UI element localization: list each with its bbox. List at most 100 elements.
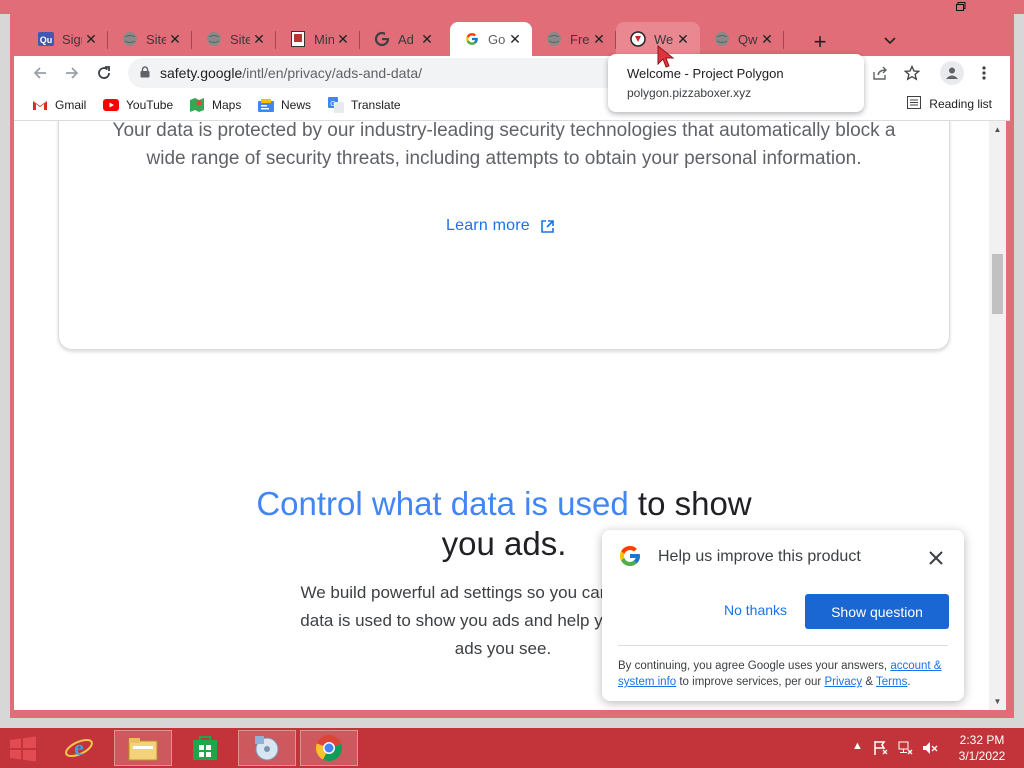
close-tab-icon[interactable]: ✕ — [334, 30, 352, 48]
start-button[interactable] — [8, 736, 38, 762]
scroll-up-arrow[interactable]: ▲ — [992, 124, 1003, 134]
show-question-button[interactable]: Show question — [805, 594, 949, 629]
tab-search-button[interactable] — [878, 29, 902, 53]
bookmark-news[interactable]: News — [258, 96, 311, 114]
reading-list-button[interactable]: Reading list — [907, 96, 992, 112]
quizlet-favicon: Qu — [38, 31, 54, 47]
security-card-text: Your data is protected by our industry-l… — [112, 121, 896, 169]
taskbar-clock[interactable]: 2:32 PM 3/1/2022 — [952, 732, 1012, 764]
share-button[interactable] — [868, 61, 892, 85]
taskbar-chrome[interactable] — [300, 730, 358, 766]
volume-muted-icon[interactable] — [922, 740, 938, 759]
chevron-down-icon — [884, 37, 896, 45]
survey-close-button[interactable] — [924, 546, 948, 570]
url-host: safety.google — [160, 65, 243, 81]
clock-time: 2:32 PM — [959, 733, 1005, 747]
learn-more-link[interactable]: Learn more — [446, 217, 555, 235]
bookmark-translate[interactable]: G Translate — [328, 96, 401, 114]
terms-link[interactable]: Terms — [876, 676, 907, 688]
plus-icon: + — [813, 29, 827, 54]
close-tab-icon[interactable]: ✕ — [166, 30, 184, 48]
bookmark-label: News — [281, 98, 312, 112]
tab-hover-card: Welcome - Project Polygon polygon.pizzab… — [608, 54, 864, 112]
tab-min[interactable]: Min ✕ — [276, 22, 360, 56]
tab-title: Min — [314, 31, 334, 47]
tab-title: Site — [146, 31, 166, 47]
survey-divider — [618, 645, 948, 646]
restore-small-button[interactable] — [950, 0, 972, 12]
profile-avatar-button[interactable] — [940, 61, 964, 85]
store-icon — [193, 736, 217, 760]
headline-highlight: Control what data is used — [256, 485, 629, 522]
globe-favicon — [206, 31, 222, 47]
hover-card-title: Welcome - Project Polygon — [627, 66, 784, 81]
close-tab-icon[interactable]: ✕ — [82, 30, 100, 48]
tab-site[interactable]: Site ✕ — [108, 22, 192, 56]
news-icon — [258, 98, 274, 112]
taskbar-store[interactable] — [176, 730, 234, 766]
address-bar[interactable]: safety.google/intl/en/privacy/ads-and-da… — [128, 58, 648, 88]
action-center-flag-icon[interactable] — [874, 740, 888, 759]
page-scrollbar[interactable] — [989, 121, 1006, 710]
close-tab-icon[interactable]: ✕ — [250, 30, 268, 48]
svg-text:Qu: Qu — [40, 35, 53, 45]
reload-button[interactable] — [92, 61, 116, 85]
taskbar-internet-explorer[interactable]: e — [50, 730, 108, 766]
url-path: /intl/en/privacy/ads-and-data/ — [242, 65, 423, 81]
bookmark-youtube[interactable]: YouTube — [103, 96, 173, 114]
disclaimer-text: By continuing, you agree Google uses you… — [618, 660, 891, 672]
back-button[interactable] — [28, 61, 52, 85]
scrollbar-thumb[interactable] — [992, 254, 1003, 314]
youtube-icon — [103, 98, 119, 112]
close-tab-icon[interactable]: ✕ — [758, 30, 776, 48]
close-tab-icon[interactable]: ✕ — [506, 30, 524, 48]
disclaimer-text: . — [907, 676, 911, 688]
close-tab-icon[interactable]: ✕ — [418, 30, 436, 48]
share-icon — [873, 66, 887, 80]
globe-favicon — [122, 31, 138, 47]
clock-date: 3/1/2022 — [958, 749, 1006, 763]
media-center-icon — [255, 736, 279, 761]
tab-sign[interactable]: Qu Sign ✕ — [24, 22, 108, 56]
close-tab-icon[interactable]: ✕ — [590, 30, 608, 48]
taskbar-file-explorer[interactable] — [114, 730, 172, 766]
no-thanks-button[interactable]: No thanks — [724, 602, 787, 618]
gmail-icon — [32, 98, 48, 112]
tab-title: Goo — [488, 31, 506, 47]
reading-list-label: Reading list — [929, 97, 992, 111]
security-card: Your data is protected by our industry-l… — [58, 121, 950, 350]
bookmark-label: Translate — [351, 98, 401, 112]
taskbar-media-center[interactable] — [238, 730, 296, 766]
chrome-icon — [315, 735, 342, 762]
tab-separator — [783, 31, 784, 49]
restore-small-icon — [956, 1, 966, 11]
bookmark-gmail[interactable]: Gmail — [32, 96, 86, 114]
tab-ad[interactable]: Ad ✕ — [360, 22, 444, 56]
windows-taskbar: e ▲ — [0, 728, 1024, 768]
globe-favicon — [714, 31, 730, 47]
tab-qw[interactable]: Qw ✕ — [700, 22, 784, 56]
back-arrow-icon — [33, 67, 46, 79]
bookmark-star-button[interactable] — [900, 61, 924, 85]
tab-free[interactable]: Free ✕ — [532, 22, 616, 56]
learn-more-label: Learn more — [446, 217, 530, 234]
privacy-link[interactable]: Privacy — [824, 676, 862, 688]
forward-button[interactable] — [60, 61, 84, 85]
survey-popup: Help us improve this product No thanks S… — [602, 530, 964, 701]
internet-explorer-icon: e — [65, 735, 93, 760]
show-hidden-icons-button[interactable]: ▲ — [852, 740, 863, 752]
new-tab-button[interactable]: + — [806, 28, 834, 56]
url-text: safety.google/intl/en/privacy/ads-and-da… — [160, 65, 422, 81]
tab-google-active[interactable]: Goo ✕ — [450, 22, 532, 56]
star-icon — [904, 65, 920, 81]
browser-menu-button[interactable] — [972, 61, 996, 85]
book-favicon — [290, 31, 306, 47]
scroll-down-arrow[interactable]: ▼ — [992, 696, 1003, 706]
survey-title: Help us improve this product — [658, 548, 861, 565]
tab-site-2[interactable]: Site ✕ — [192, 22, 276, 56]
tab-title: Sign — [62, 31, 82, 47]
bookmark-maps[interactable]: Maps — [189, 96, 241, 114]
network-icon[interactable] — [898, 740, 914, 759]
polygon-favicon — [630, 31, 646, 47]
tab-title: Qw — [738, 31, 758, 47]
